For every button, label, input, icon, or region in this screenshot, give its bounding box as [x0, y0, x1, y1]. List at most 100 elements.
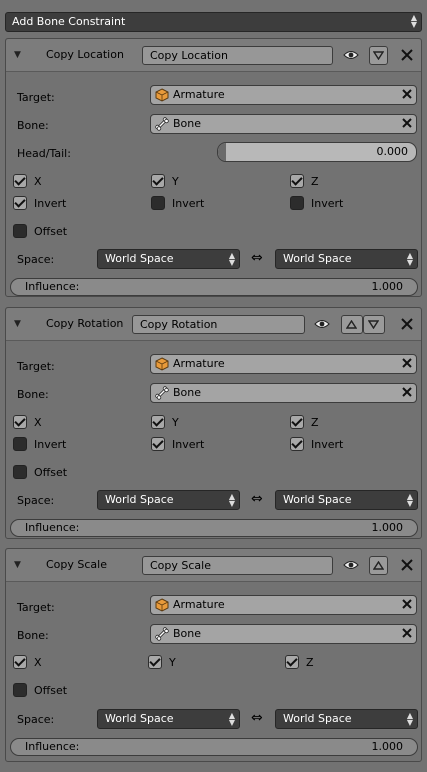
move-up-button[interactable] [369, 556, 388, 575]
invert-z-label: Invert [311, 438, 344, 451]
chevron-updown-icon: ▲ ▼ [406, 711, 413, 727]
close-icon[interactable] [401, 49, 413, 61]
target-value: Armature [173, 598, 225, 611]
invert-z-label: Invert [311, 197, 344, 210]
close-icon[interactable] [401, 318, 413, 330]
clear-bone-icon[interactable] [400, 385, 414, 399]
influence-slider[interactable]: Influence: 1.000 [10, 519, 418, 537]
y-label: Y [172, 416, 179, 429]
x-checkbox[interactable] [13, 655, 27, 669]
space-label: Space: [17, 253, 55, 266]
z-checkbox[interactable] [290, 174, 304, 188]
bone-field[interactable]: Bone [150, 624, 417, 644]
constraint-type-label: Copy Location [46, 48, 124, 61]
influence-value: 1.000 [371, 740, 404, 753]
invert-y-label: Invert [172, 438, 205, 451]
clear-target-icon[interactable] [400, 356, 414, 370]
bone-field[interactable]: Bone [150, 383, 417, 403]
panel-header: ▼ Copy Location Copy Location [6, 39, 421, 72]
target-label: Target: [17, 360, 55, 373]
eye-icon[interactable] [343, 49, 359, 61]
armature-icon [155, 357, 169, 371]
add-constraint-dropdown[interactable]: Add Bone Constraint ▲ ▼ [5, 12, 422, 32]
headtail-slider[interactable]: 0.000 [217, 142, 417, 162]
z-checkbox[interactable] [290, 415, 304, 429]
target-label: Target: [17, 601, 55, 614]
target-label: Target: [17, 91, 55, 104]
y-checkbox[interactable] [151, 174, 165, 188]
armature-icon [155, 88, 169, 102]
invert-y-checkbox[interactable] [151, 437, 165, 451]
constraint-name-field[interactable]: Copy Scale [142, 556, 333, 575]
swap-arrows-icon: ⇔ [251, 710, 263, 726]
disclosure-triangle-icon[interactable]: ▼ [14, 317, 21, 331]
offset-checkbox[interactable] [13, 465, 27, 479]
bone-value: Bone [173, 386, 202, 399]
owner-space-dropdown[interactable]: World Space ▲ ▼ [97, 709, 240, 729]
add-constraint-label: Add Bone Constraint [12, 15, 126, 28]
target-space-dropdown[interactable]: World Space ▲ ▼ [275, 709, 418, 729]
y-checkbox[interactable] [148, 655, 162, 669]
bone-icon [155, 386, 169, 400]
y-label: Y [172, 175, 179, 188]
move-down-button[interactable] [369, 46, 388, 65]
triangle-down-icon [368, 320, 379, 329]
invert-z-checkbox[interactable] [290, 196, 304, 210]
space-label: Space: [17, 494, 55, 507]
chevron-updown-icon: ▲ ▼ [228, 492, 235, 508]
invert-y-checkbox[interactable] [151, 196, 165, 210]
owner-space-dropdown[interactable]: World Space ▲ ▼ [97, 490, 240, 510]
owner-space-value: World Space [105, 493, 174, 506]
triangle-down-icon [373, 51, 384, 60]
target-space-dropdown[interactable]: World Space ▲ ▼ [275, 249, 418, 269]
z-label: Z [311, 175, 319, 188]
bone-value: Bone [173, 117, 202, 130]
move-up-button[interactable] [341, 315, 363, 334]
eye-icon[interactable] [343, 559, 359, 571]
x-checkbox[interactable] [13, 415, 27, 429]
x-checkbox[interactable] [13, 174, 27, 188]
bone-label: Bone: [17, 119, 49, 132]
bone-field[interactable]: Bone [150, 114, 417, 134]
headtail-fill [218, 143, 226, 161]
bone-label: Bone: [17, 388, 49, 401]
space-label: Space: [17, 713, 55, 726]
invert-z-checkbox[interactable] [290, 437, 304, 451]
panel-header: ▼ Copy Scale Copy Scale [6, 549, 421, 582]
chevron-updown-icon: ▲ ▼ [228, 711, 235, 727]
target-field[interactable]: Armature [150, 354, 417, 374]
z-label: Z [311, 416, 319, 429]
disclosure-triangle-icon[interactable]: ▼ [14, 558, 21, 572]
influence-label: Influence: [25, 280, 80, 293]
constraint-name-field[interactable]: Copy Rotation [132, 315, 305, 334]
y-checkbox[interactable] [151, 415, 165, 429]
clear-bone-icon[interactable] [400, 116, 414, 130]
target-field[interactable]: Armature [150, 595, 417, 615]
clear-bone-icon[interactable] [400, 626, 414, 640]
constraint-name-value: Copy Rotation [140, 318, 218, 331]
owner-space-dropdown[interactable]: World Space ▲ ▼ [97, 249, 240, 269]
target-value: Armature [173, 88, 225, 101]
offset-checkbox[interactable] [13, 683, 27, 697]
close-icon[interactable] [401, 559, 413, 571]
clear-target-icon[interactable] [400, 87, 414, 101]
target-space-dropdown[interactable]: World Space ▲ ▼ [275, 490, 418, 510]
bone-label: Bone: [17, 629, 49, 642]
disclosure-triangle-icon[interactable]: ▼ [14, 48, 21, 62]
invert-x-checkbox[interactable] [13, 196, 27, 210]
z-checkbox[interactable] [285, 655, 299, 669]
offset-checkbox[interactable] [13, 224, 27, 238]
constraint-panel-copy-rotation: ▼ Copy Rotation Copy Rotation Target: Ar… [5, 307, 422, 539]
influence-slider[interactable]: Influence: 1.000 [10, 278, 418, 296]
influence-slider[interactable]: Influence: 1.000 [10, 738, 418, 756]
panel-header: ▼ Copy Rotation Copy Rotation [6, 308, 421, 341]
x-label: X [34, 416, 42, 429]
constraint-name-field[interactable]: Copy Location [142, 46, 333, 65]
invert-x-checkbox[interactable] [13, 437, 27, 451]
eye-icon[interactable] [314, 318, 330, 330]
influence-value: 1.000 [371, 521, 404, 534]
move-down-button[interactable] [363, 315, 385, 334]
clear-target-icon[interactable] [400, 597, 414, 611]
bone-icon [155, 117, 169, 131]
target-field[interactable]: Armature [150, 85, 417, 105]
